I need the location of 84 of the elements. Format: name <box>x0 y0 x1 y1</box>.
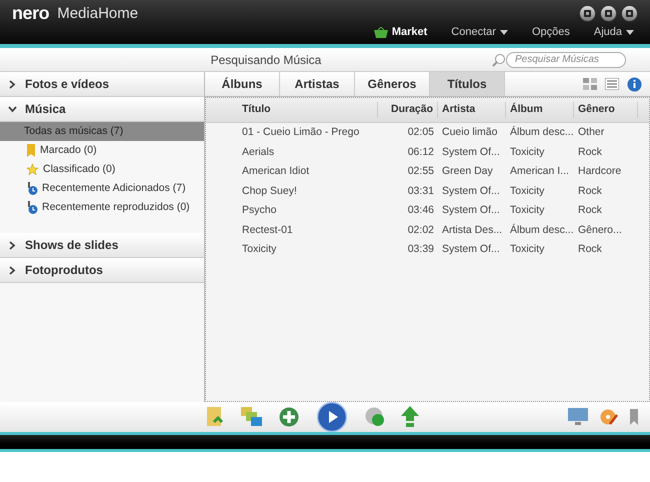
table-cell-text: Green Day <box>441 164 494 180</box>
table-cell-text: Other <box>577 124 606 140</box>
table-cell-text: Rock <box>577 242 603 258</box>
table-cell-text: 03:46 <box>406 203 435 218</box>
table-cell-text: 06:12 <box>406 144 435 160</box>
chevron-right-icon <box>8 240 17 250</box>
table-cell-text: Artista Des... <box>441 222 504 238</box>
menu-item[interactable]: Opções <box>532 26 570 38</box>
table-cell-text: Toxicity <box>509 184 546 199</box>
table-cell-text: Álbum desc... <box>509 222 574 238</box>
tab[interactable]: Artistas <box>280 72 355 96</box>
table-cell-text: Aerials <box>241 144 276 160</box>
table-cell-text: Psycho <box>241 203 278 218</box>
table-cell-text: 02:55 <box>406 164 435 180</box>
disc-pencil-icon[interactable] <box>600 408 618 426</box>
table-cell-text: Toxicity <box>241 242 278 258</box>
table-cell-text: Toxicity <box>509 242 546 258</box>
column-header[interactable]: Artista <box>438 102 506 118</box>
table-cell-text: System Of... <box>441 184 501 199</box>
clock-note-icon <box>26 201 38 214</box>
sidebar-item[interactable]: Recentemente reproduzidos (0) <box>0 198 204 217</box>
monitor-icon[interactable] <box>568 408 588 426</box>
table-cell-text: 02:02 <box>406 222 435 238</box>
table-cell-text: 03:39 <box>406 242 435 258</box>
table-cell-text: Toxicity <box>509 144 546 160</box>
column-header[interactable]: Gênero <box>574 102 638 118</box>
window-title: MediaHome <box>57 6 138 20</box>
table-cell-text: 03:31 <box>406 184 435 199</box>
table-cell-text: Cueio limão <box>441 124 498 140</box>
sidebar-section[interactable]: Fotoprodutos <box>0 258 204 283</box>
column-header[interactable]: Álbum <box>506 102 574 118</box>
table-cell-text: Rock <box>577 184 603 199</box>
tab[interactable]: Títulos <box>430 72 505 96</box>
table-cell-text: System Of... <box>441 242 501 258</box>
sidebar-item[interactable]: Todas as músicas (7) <box>0 122 204 141</box>
table-cell-text: Toxicity <box>509 203 546 218</box>
bookmark-icon[interactable] <box>630 409 638 425</box>
menu-item[interactable]: Ajuda <box>594 26 634 38</box>
table-cell-text: Rectest-01 <box>241 222 294 238</box>
table-cell-text: 02:05 <box>406 124 435 140</box>
app-logo: nero <box>12 4 50 22</box>
chevron-right-icon <box>8 80 17 88</box>
table-cell-text: 01 - Cueio Limão - Prego <box>241 124 360 140</box>
table-cell-text: Hardcore <box>577 164 622 180</box>
table-cell-text: Gênero... <box>577 222 623 238</box>
sidebar-item[interactable]: Classificado (0) <box>0 160 204 179</box>
menu-item[interactable]: Conectar <box>451 26 508 38</box>
add-icon[interactable] <box>279 407 299 427</box>
maximize-button[interactable] <box>600 4 617 22</box>
clock-note-icon <box>26 182 38 195</box>
table-cell-text: Rock <box>577 144 603 160</box>
column-header[interactable]: Título <box>238 102 378 118</box>
list-view-icon[interactable] <box>605 78 619 90</box>
chevron-down-icon <box>8 104 17 114</box>
table-cell-text: System Of... <box>441 144 501 160</box>
caret-icon <box>626 30 634 34</box>
play-icon[interactable] <box>317 402 347 432</box>
table-cell-text: Rock <box>577 203 603 218</box>
table-cell-text: Álbum desc... <box>509 124 574 140</box>
basket-icon <box>374 26 388 38</box>
windows-icon[interactable] <box>241 407 263 427</box>
folder-icon[interactable] <box>205 406 225 428</box>
search-icon <box>492 52 506 66</box>
upload-arrow-icon[interactable] <box>401 406 419 428</box>
tab[interactable]: Álbuns <box>205 72 280 96</box>
chevron-right-icon <box>8 266 17 274</box>
table-cell-text: System Of... <box>441 203 501 218</box>
search-heading: Pesquisando Música <box>210 52 322 68</box>
search-field[interactable]: Pesquisar Músicas <box>506 52 626 68</box>
table-cell-text: Chop Suey! <box>241 184 298 199</box>
grid-view-icon[interactable] <box>583 78 597 90</box>
info-icon[interactable] <box>627 76 642 92</box>
sidebar-section[interactable]: Fotos e vídeos <box>0 72 204 97</box>
table-cell-text: American Idiot <box>241 164 310 180</box>
column-header[interactable]: Duração <box>378 102 438 118</box>
sidebar-item[interactable]: Marcado (0) <box>0 141 204 160</box>
caret-icon <box>500 30 508 34</box>
menu-item[interactable]: Market <box>374 26 428 38</box>
sidebar-section[interactable]: Shows de slides <box>0 233 204 258</box>
sidebar-section[interactable]: Música <box>0 97 204 122</box>
star-icon <box>26 163 39 176</box>
bookmark-icon <box>26 144 36 157</box>
sidebar-item[interactable]: Recentemente Adicionados (7) <box>0 179 204 198</box>
table-cell-text: American I... <box>509 164 570 180</box>
